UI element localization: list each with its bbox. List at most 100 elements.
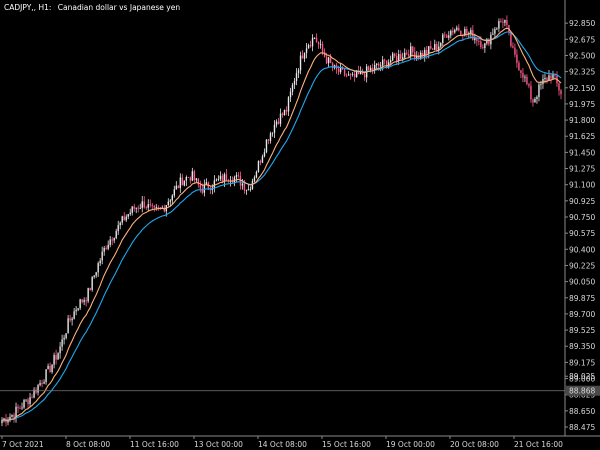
candle-body [27,399,29,405]
candle-body [404,52,406,58]
candle-body [410,46,412,57]
candle-body [426,49,428,54]
price-tick-label: 92.850 [569,19,595,28]
candle-body [337,68,340,73]
candle-body [534,98,536,103]
candle-body [367,66,370,71]
candle-body [396,56,398,61]
candle-body [269,133,272,141]
candle-body [43,382,45,384]
price-tick-label: 91.450 [569,148,595,157]
time-tick-label: 14 Oct 08:00 [258,440,307,449]
time-tick-label: 15 Oct 16:00 [322,440,371,449]
candle-body [510,32,512,47]
candle-body [183,180,186,186]
candle-body [131,206,133,213]
candle-body [45,369,47,383]
candle-body [369,68,372,71]
candle-body [558,83,560,91]
candle-body [31,397,33,399]
time-tick-label: 13 Oct 00:00 [194,440,243,449]
candle-body [25,399,27,401]
candle-body [171,195,174,201]
candle-body [506,20,508,25]
candle-body [95,272,97,276]
candle-body [61,339,63,347]
candle-body [73,311,75,319]
price-tick-label: 89.700 [569,310,595,319]
chart-header: CADJPY,, H1: Canadian dollar vs Japanese… [4,3,180,12]
candle-body [205,182,208,185]
ma-fast-line [1,27,562,421]
candle-body [65,333,67,338]
time-tick-label: 8 Oct 08:00 [66,440,110,449]
candle-body [355,71,358,78]
candle-body [51,364,53,373]
candle-body [29,397,31,405]
candle-body [480,41,482,48]
price-tick-label: 92.675 [569,35,595,44]
candle-body [83,300,85,303]
candle-body [428,46,430,54]
candle-body [363,74,366,78]
candle-body [119,222,121,226]
candle-body [458,27,460,31]
price-tick-label: 89.525 [569,326,595,335]
candle-body [13,414,15,418]
candle-body [325,56,328,64]
candle-body [482,47,484,49]
candle-body [299,55,302,71]
candle-body [193,171,196,181]
candles-layer [1,15,562,427]
candle-body [560,90,562,95]
candle-body [351,73,354,75]
price-tick-label: 89.000 [569,375,595,384]
candle-body [19,408,21,409]
candle-body [187,177,190,178]
candle-body [109,239,111,245]
candle-body [371,68,374,70]
candle-body [199,184,202,189]
candle-body [139,207,141,209]
candle-body [175,185,178,190]
candle-body [498,21,500,29]
candle-body [35,389,37,393]
candle-body [189,177,192,181]
candle-body [265,139,268,153]
candle-body [277,121,280,124]
candle-body [540,83,542,85]
candle-body [77,308,79,310]
chart-svg: CADJPY,, H1: Canadian dollar vs Japanese… [0,0,600,449]
candle-body [466,29,468,34]
candle-body [177,185,180,189]
candle-body [157,207,159,208]
candle-body [219,175,222,180]
time-tick-label: 7 Oct 2021 [2,440,44,449]
candle-body [440,42,442,47]
candle-body [217,179,220,180]
candle-body [538,84,540,97]
candle-body [23,400,25,408]
candle-body [315,37,318,43]
candle-body [319,44,322,45]
candle-body [291,84,294,92]
candle-body [353,73,356,78]
candle-body [237,175,240,177]
candle-body [317,42,320,45]
candle-body [383,59,386,61]
candle-body [173,189,176,196]
candle-body [111,239,113,241]
candle-body [402,57,404,59]
candle-body [398,54,400,61]
candle-body [492,33,494,35]
candle-body [261,156,264,163]
candle-body [528,84,530,86]
candle-body [303,52,306,59]
candle-body [53,355,55,365]
candle-body [17,406,19,409]
candle-body [185,177,188,181]
candle-body [41,383,43,384]
candle-body [195,178,198,181]
candle-body [295,73,298,82]
candle-body [412,46,414,53]
